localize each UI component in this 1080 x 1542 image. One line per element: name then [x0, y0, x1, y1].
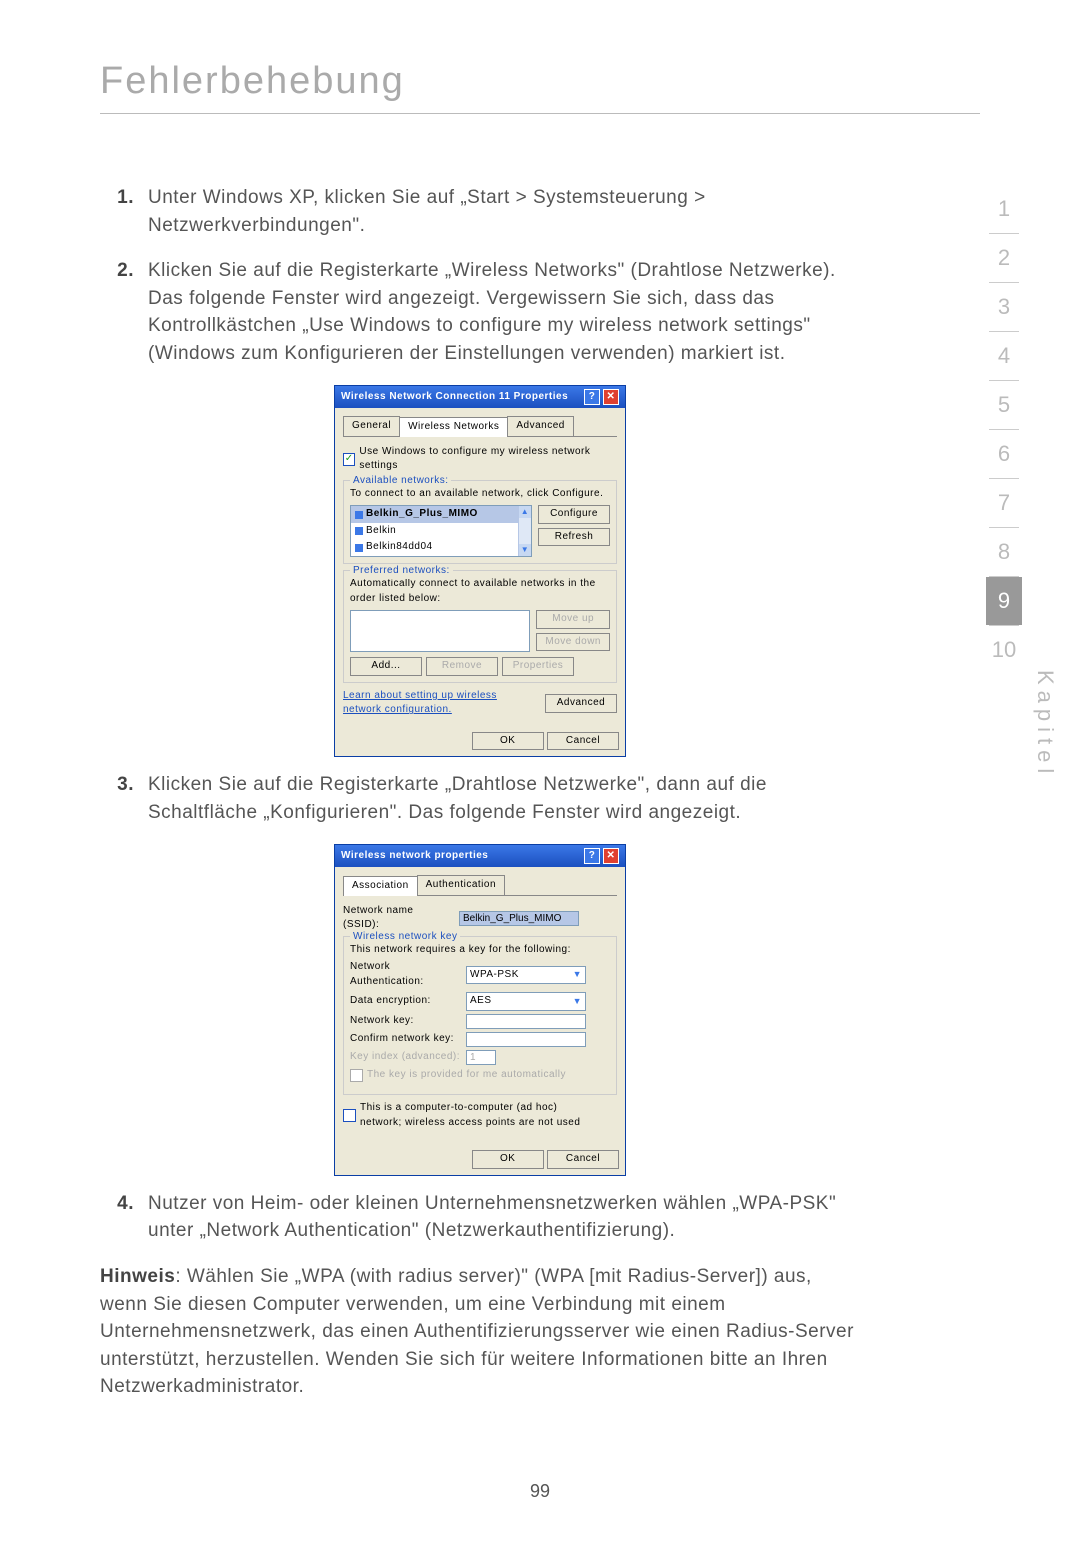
data-encryption-label: Data encryption:: [350, 994, 460, 1009]
configure-button[interactable]: Configure: [538, 505, 610, 524]
key-index-input: [466, 1050, 496, 1065]
page-number: 99: [0, 1481, 1080, 1502]
chevron-down-icon: ▼: [573, 995, 582, 1008]
help-icon[interactable]: ?: [584, 848, 600, 864]
scroll-down-icon[interactable]: ▼: [519, 544, 531, 556]
tab-advanced[interactable]: Advanced: [507, 416, 573, 436]
step-3: 3. Klicken Sie auf die Registerkarte „Dr…: [100, 771, 860, 826]
data-encryption-select[interactable]: AES▼: [466, 992, 586, 1011]
network-item-2[interactable]: Belkin: [351, 523, 531, 540]
checkbox-adhoc[interactable]: [343, 1109, 356, 1122]
step-2-num: 2.: [100, 257, 134, 367]
scroll-up-icon[interactable]: ▲: [519, 506, 531, 518]
dialog-wireless-network-properties: Wireless network properties ? ✕ Associat…: [334, 844, 626, 1176]
confirm-key-input[interactable]: [466, 1032, 586, 1047]
remove-button[interactable]: Remove: [426, 657, 498, 676]
key-index-label: Key index (advanced):: [350, 1050, 460, 1065]
step-2-text: Klicken Sie auf die Registerkarte „Wirel…: [148, 257, 860, 367]
network-auth-select[interactable]: WPA-PSK▼: [466, 966, 586, 985]
checkbox-key-auto: [350, 1069, 363, 1082]
signal-icon: [355, 544, 363, 552]
checkbox-key-auto-label: The key is provided for me automatically: [367, 1068, 566, 1083]
step-2: 2. Klicken Sie auf die Registerkarte „Wi…: [100, 257, 860, 367]
note-text: : Wählen Sie „WPA (with radius server)" …: [100, 1266, 854, 1397]
confirm-key-label: Confirm network key:: [350, 1032, 460, 1047]
network-item-3[interactable]: Belkin84dd04: [351, 539, 531, 556]
preferred-networks-text: Automatically connect to available netwo…: [350, 577, 610, 606]
step-3-text: Klicken Sie auf die Registerkarte „Draht…: [148, 771, 860, 826]
available-networks-text: To connect to an available network, clic…: [350, 487, 610, 502]
step-1-num: 1.: [100, 184, 134, 239]
close-icon[interactable]: ✕: [603, 848, 619, 864]
dialog2-titlebar[interactable]: Wireless network properties ? ✕: [335, 845, 625, 867]
scrollbar[interactable]: ▲▼: [518, 506, 531, 556]
available-networks-list[interactable]: Belkin_G_Plus_MIMO Belkin Belkin84dd04 ▲…: [350, 505, 532, 557]
nav-1[interactable]: 1: [986, 185, 1022, 233]
move-up-button[interactable]: Move up: [536, 610, 610, 629]
nav-9[interactable]: 9: [986, 577, 1022, 625]
nav-5[interactable]: 5: [986, 381, 1022, 429]
tab-general[interactable]: General: [343, 416, 400, 436]
note-paragraph: Hinweis: Wählen Sie „WPA (with radius se…: [100, 1263, 860, 1401]
ssid-input[interactable]: [459, 911, 579, 926]
chevron-down-icon: ▼: [573, 968, 582, 981]
dialog2-title: Wireless network properties: [341, 849, 488, 864]
preferred-networks-legend: Preferred networks:: [350, 564, 453, 579]
title-rule: [100, 113, 980, 114]
checkbox-use-windows-label: Use Windows to configure my wireless net…: [359, 445, 617, 474]
cancel-button[interactable]: Cancel: [547, 732, 619, 751]
wireless-key-text: This network requires a key for the foll…: [350, 943, 610, 958]
nav-7[interactable]: 7: [986, 479, 1022, 527]
add-button[interactable]: Add...: [350, 657, 422, 676]
step-4-text: Nutzer von Heim- oder kleinen Unternehme…: [148, 1190, 860, 1245]
step-4-num: 4.: [100, 1190, 134, 1245]
wireless-key-legend: Wireless network key: [350, 930, 460, 945]
step-1: 1. Unter Windows XP, klicken Sie auf „St…: [100, 184, 860, 239]
available-networks-legend: Available networks:: [350, 474, 451, 489]
checkbox-adhoc-label: This is a computer-to-computer (ad hoc) …: [360, 1101, 600, 1130]
move-down-button[interactable]: Move down: [536, 633, 610, 652]
section-label: Kapitel: [1032, 670, 1058, 779]
network-key-label: Network key:: [350, 1014, 460, 1029]
tab-association[interactable]: Association: [343, 876, 418, 896]
step-1-text: Unter Windows XP, klicken Sie auf „Start…: [148, 184, 860, 239]
close-icon[interactable]: ✕: [603, 389, 619, 405]
help-icon[interactable]: ?: [584, 389, 600, 405]
signal-icon: [355, 511, 363, 519]
network-item-1[interactable]: Belkin_G_Plus_MIMO: [351, 506, 531, 523]
learn-link[interactable]: Learn about setting up wireless network …: [343, 689, 503, 718]
dialog1-title: Wireless Network Connection 11 Propertie…: [341, 390, 568, 405]
checkbox-use-windows[interactable]: ✓: [343, 453, 355, 466]
ok-button[interactable]: OK: [472, 732, 544, 751]
dialog-wireless-connection-properties: Wireless Network Connection 11 Propertie…: [334, 385, 626, 757]
ssid-label: Network name (SSID):: [343, 904, 453, 933]
refresh-button[interactable]: Refresh: [538, 528, 610, 547]
ok-button[interactable]: OK: [472, 1150, 544, 1169]
tab-wireless-networks[interactable]: Wireless Networks: [399, 417, 508, 437]
nav-6[interactable]: 6: [986, 430, 1022, 478]
chapter-nav: 1 2 3 4 5 6 7 8 9 10: [986, 185, 1022, 674]
cancel-button[interactable]: Cancel: [547, 1150, 619, 1169]
tab-authentication[interactable]: Authentication: [417, 875, 505, 895]
nav-4[interactable]: 4: [986, 332, 1022, 380]
step-4: 4. Nutzer von Heim- oder kleinen Unterne…: [100, 1190, 860, 1245]
page-title: Fehlerbehebung: [100, 60, 980, 103]
advanced-button[interactable]: Advanced: [545, 694, 617, 713]
nav-2[interactable]: 2: [986, 234, 1022, 282]
step-3-num: 3.: [100, 771, 134, 826]
nav-10[interactable]: 10: [986, 626, 1022, 674]
network-auth-label: Network Authentication:: [350, 960, 460, 989]
dialog1-titlebar[interactable]: Wireless Network Connection 11 Propertie…: [335, 386, 625, 408]
signal-icon: [355, 527, 363, 535]
nav-3[interactable]: 3: [986, 283, 1022, 331]
note-label: Hinweis: [100, 1266, 175, 1287]
nav-8[interactable]: 8: [986, 528, 1022, 576]
preferred-networks-list[interactable]: [350, 610, 530, 652]
network-key-input[interactable]: [466, 1014, 586, 1029]
properties-button[interactable]: Properties: [502, 657, 574, 676]
